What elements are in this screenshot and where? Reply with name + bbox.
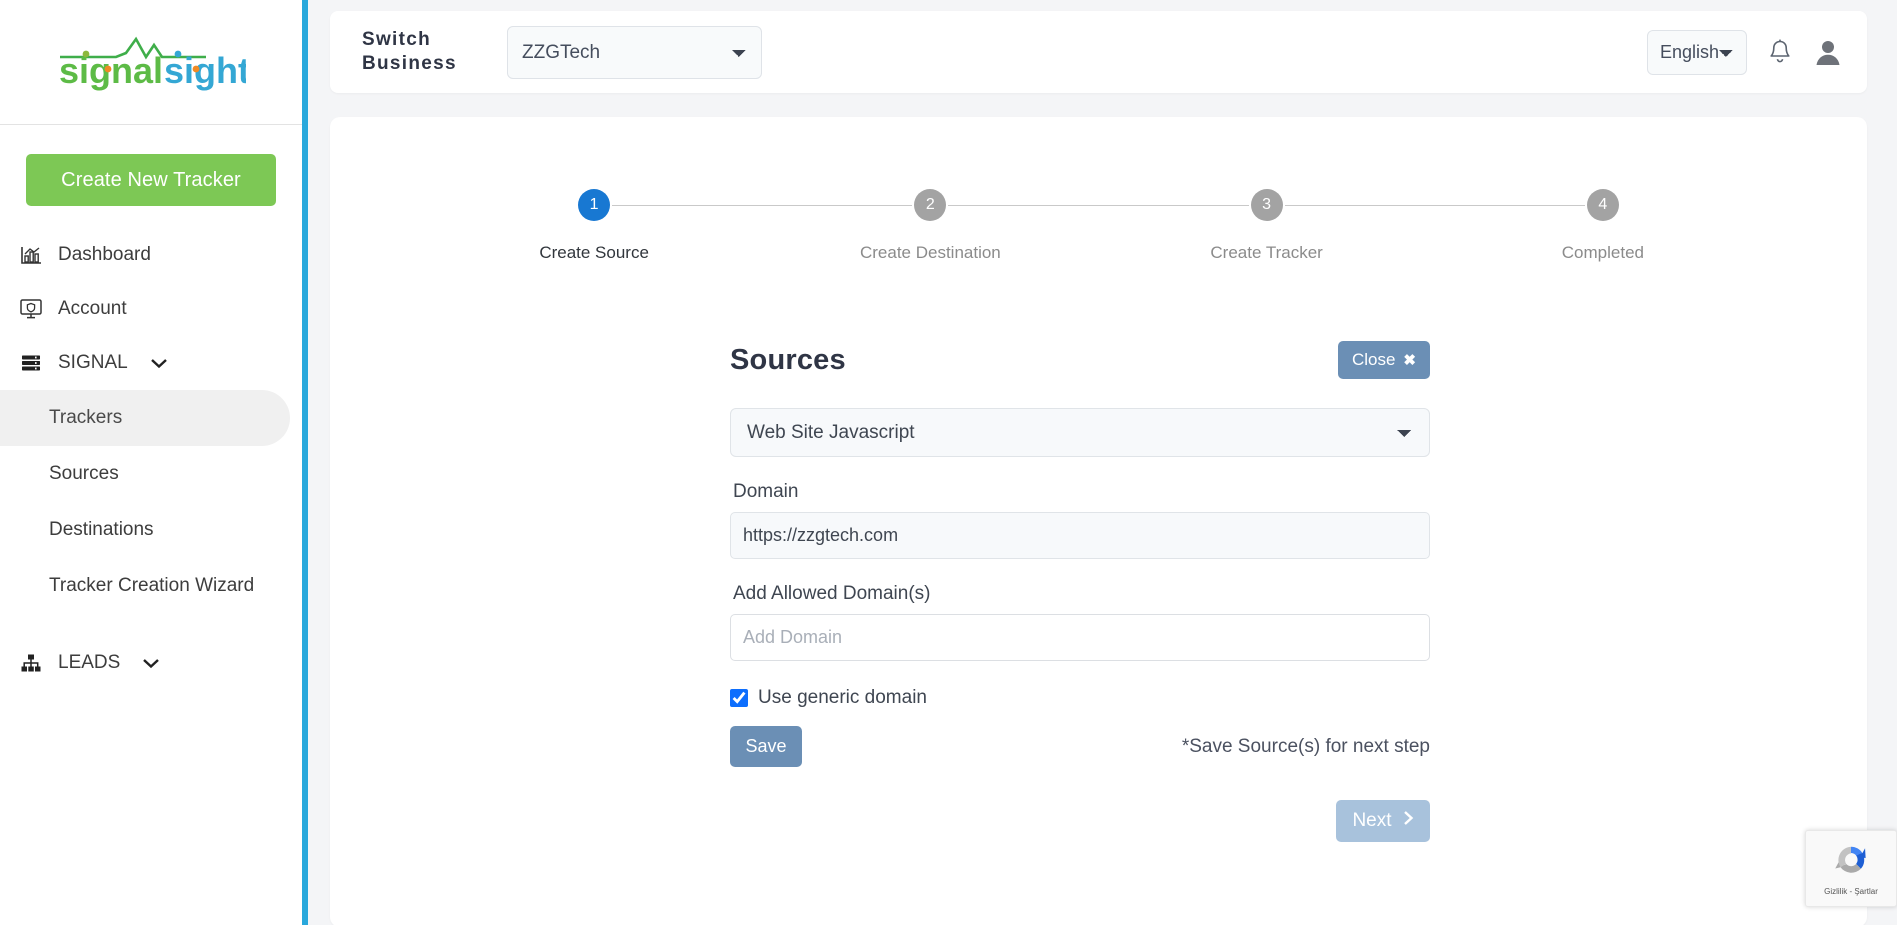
close-x-icon: ✖ <box>1403 352 1416 369</box>
step-label: Create Tracker <box>1210 243 1323 262</box>
step-connector-line <box>612 205 913 206</box>
switch-business-label: Switch Business <box>362 29 457 74</box>
step-create-tracker[interactable]: 3 Create Tracker <box>1099 189 1585 263</box>
topbar-right-group: English <box>1647 29 1843 75</box>
allowed-domains-label: Add Allowed Domain(s) <box>733 583 931 604</box>
next-button-label: Next <box>1352 810 1392 831</box>
sidebar-item-destinations[interactable]: Destinations <box>0 502 302 558</box>
sidebar-item-label: LEADS <box>58 652 121 673</box>
chevron-down-icon[interactable] <box>142 657 160 669</box>
step-create-destination[interactable]: 2 Create Destination <box>762 189 1249 263</box>
wizard-stepper: 1 Create Source 2 Create Destination 3 C… <box>330 117 1867 263</box>
brand-logo[interactable]: signal sight <box>0 0 302 125</box>
step-number-badge: 1 <box>578 189 611 221</box>
sidebar-nav: Dashboard Account SIGNAL Trackers Source… <box>0 228 302 690</box>
save-button[interactable]: Save <box>730 726 802 767</box>
business-select[interactable]: ZZGTech <box>507 25 762 79</box>
step-number-badge: 2 <box>914 189 947 221</box>
sources-form-header: Sources Close ✖ <box>730 341 1430 379</box>
next-row: Next <box>730 800 1430 842</box>
main-content: Switch Business ZZGTech English 1 Create… <box>302 0 1897 925</box>
sidebar-item-sources[interactable]: Sources <box>0 446 302 502</box>
domain-input[interactable] <box>730 512 1430 559</box>
sidebar-accent-bar <box>302 0 308 925</box>
save-hint-text: *Save Source(s) for next step <box>1181 735 1430 757</box>
domain-label: Domain <box>733 481 799 502</box>
step-number-badge: 4 <box>1586 189 1619 221</box>
monitor-shield-icon <box>16 297 46 321</box>
save-row: Save *Save Source(s) for next step <box>730 726 1430 767</box>
use-generic-domain-checkbox[interactable] <box>730 689 748 707</box>
step-number-badge: 3 <box>1250 189 1283 221</box>
sidebar-subitem-label: Sources <box>49 463 119 484</box>
signalsight-logo-icon: signal sight <box>59 36 246 91</box>
use-generic-domain-row: Use generic domain <box>730 687 1430 709</box>
sidebar-item-label: Account <box>58 298 127 319</box>
sidebar-item-label: Dashboard <box>58 244 151 265</box>
page-title: Sources <box>730 343 846 376</box>
next-button[interactable]: Next <box>1336 800 1430 842</box>
create-new-tracker-button[interactable]: Create New Tracker <box>26 154 276 206</box>
use-generic-domain-label[interactable]: Use generic domain <box>758 687 927 709</box>
sidebar-item-trackers[interactable]: Trackers <box>0 390 290 446</box>
step-connector-line <box>1284 205 1585 206</box>
sidebar-item-signal[interactable]: SIGNAL <box>0 336 302 390</box>
topbar: Switch Business ZZGTech English <box>330 11 1867 93</box>
sidebar-subitem-label: Tracker Creation Wizard <box>49 575 255 596</box>
bell-icon[interactable] <box>1767 38 1793 66</box>
step-connector-line <box>948 205 1249 206</box>
sources-form: Sources Close ✖ Web Site Javascript Doma… <box>730 341 1430 842</box>
sidebar-subitem-label: Destinations <box>49 519 154 540</box>
sidebar-item-account[interactable]: Account <box>0 282 302 336</box>
step-label: Completed <box>1561 243 1644 262</box>
sidebar-item-label: SIGNAL <box>58 352 128 373</box>
sidebar-item-tracker-creation-wizard[interactable]: Tracker Creation Wizard <box>0 558 302 614</box>
wizard-card: 1 Create Source 2 Create Destination 3 C… <box>330 117 1867 925</box>
step-completed[interactable]: 4 Completed <box>1435 189 1771 263</box>
chart-bars-icon <box>16 243 46 267</box>
sidebar-item-dashboard[interactable]: Dashboard <box>0 228 302 282</box>
sidebar-item-leads[interactable]: LEADS <box>0 636 302 690</box>
chevron-right-icon <box>1402 810 1414 832</box>
close-button[interactable]: Close ✖ <box>1337 341 1430 379</box>
step-label: Create Source <box>539 243 649 262</box>
sitemap-icon <box>16 651 46 675</box>
step-create-source[interactable]: 1 Create Source <box>426 189 913 263</box>
user-avatar-icon[interactable] <box>1813 37 1843 67</box>
sidebar-subitem-label: Trackers <box>49 407 123 428</box>
language-select[interactable]: English <box>1647 29 1747 75</box>
recaptcha-text: Gizlilik - Şartlar <box>1824 887 1878 896</box>
recaptcha-badge[interactable]: Gizlilik - Şartlar <box>1805 830 1897 907</box>
recaptcha-logo-icon <box>1832 841 1870 884</box>
close-button-label: Close <box>1351 350 1396 369</box>
sidebar: signal sight Create New Tracker Dashboar… <box>0 0 302 925</box>
source-type-select[interactable]: Web Site Javascript <box>730 408 1430 457</box>
add-domain-input[interactable] <box>730 614 1430 661</box>
server-stack-icon <box>16 351 46 375</box>
chevron-down-icon[interactable] <box>150 357 168 369</box>
step-label: Create Destination <box>859 243 1001 262</box>
app-root: signal sight Create New Tracker Dashboar… <box>0 0 1897 925</box>
